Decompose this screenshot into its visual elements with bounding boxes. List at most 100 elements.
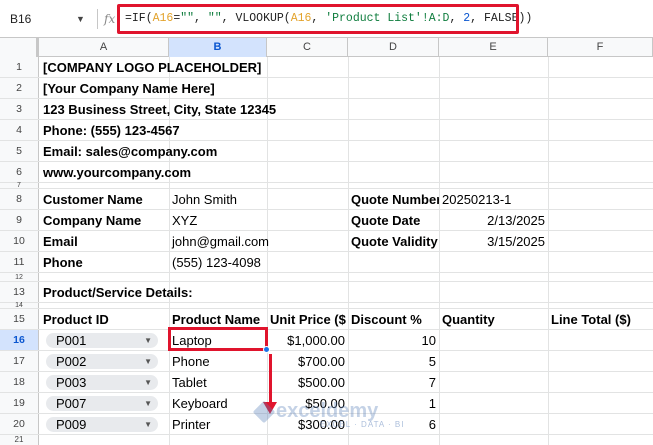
cell-a9[interactable]: Company Name <box>40 210 169 230</box>
cell-d15[interactable]: Discount % <box>348 309 439 329</box>
row-header[interactable]: 7 <box>0 182 39 189</box>
row-header[interactable]: 9 <box>0 210 39 230</box>
formula-highlight-box <box>117 4 519 34</box>
fill-handle[interactable] <box>263 346 270 353</box>
select-all-corner[interactable] <box>0 38 39 57</box>
cell-e8[interactable]: 20250213-1 <box>439 189 548 209</box>
dropdown-caret-icon: ▼ <box>144 357 152 366</box>
row-header[interactable]: 3 <box>0 99 39 119</box>
watermark-tagline: EXCEL · DATA · BI <box>320 420 405 429</box>
sheet-row: 10 Email john@gmail.com Quote Validity 3… <box>0 231 653 252</box>
row-header[interactable]: 21 <box>0 435 39 445</box>
dropdown-caret-icon: ▼ <box>144 378 152 387</box>
cell-c18[interactable]: $500.00 <box>267 372 348 392</box>
sheet-row: 17 P002 ▼ Phone $700.00 5 <box>0 351 653 372</box>
cell-a13[interactable]: Product/Service Details: <box>40 282 340 302</box>
sheet-row: 9 Company Name XYZ Quote Date 2/13/2025 <box>0 210 653 231</box>
cell-a3[interactable]: 123 Business Street, City, State 12345 <box>40 99 360 119</box>
row-header[interactable]: 8 <box>0 189 39 209</box>
row-header[interactable]: 6 <box>0 162 39 182</box>
dropdown-chip[interactable]: P001 ▼ <box>46 333 158 348</box>
dropdown-chip[interactable]: P009 ▼ <box>46 417 158 432</box>
cell-a4[interactable]: Phone: (555) 123-4567 <box>40 120 360 140</box>
cell-d18[interactable]: 7 <box>348 372 439 392</box>
cell-a11[interactable]: Phone <box>40 252 169 272</box>
row-header[interactable]: 5 <box>0 141 39 161</box>
sheet-row: 6 www.yourcompany.com <box>0 162 653 183</box>
sheet-row: 5 Email: sales@company.com <box>0 141 653 162</box>
row-header[interactable]: 2 <box>0 78 39 98</box>
cell-a5[interactable]: Email: sales@company.com <box>40 141 360 161</box>
sheet-row: 3 123 Business Street, City, State 12345 <box>0 99 653 120</box>
dropdown-chip[interactable]: P002 ▼ <box>46 354 158 369</box>
cell-b17[interactable]: Phone <box>169 351 267 371</box>
column-header-b[interactable]: B <box>169 38 267 57</box>
sheet-row: 2 [Your Company Name Here] <box>0 78 653 99</box>
column-header-e[interactable]: E <box>439 38 548 57</box>
chip-label: P007 <box>56 396 87 411</box>
cell-a15[interactable]: Product ID <box>40 309 169 329</box>
row-header[interactable]: 14 <box>0 302 39 309</box>
row-header[interactable]: 1 <box>0 57 39 77</box>
cell-c17[interactable]: $700.00 <box>267 351 348 371</box>
sheet-row: 12 <box>0 273 653 282</box>
row-header[interactable]: 18 <box>0 372 39 392</box>
row-header[interactable]: 10 <box>0 231 39 251</box>
fx-icon: fx <box>104 12 116 26</box>
column-header-d[interactable]: D <box>348 38 439 57</box>
row-header[interactable]: 17 <box>0 351 39 371</box>
cell-e9[interactable]: 2/13/2025 <box>439 210 548 230</box>
row-header[interactable]: 16 <box>0 330 39 350</box>
row-header[interactable]: 13 <box>0 282 39 302</box>
sheet-row: 16 P001 ▼ Laptop $1,000.00 10 <box>0 330 653 351</box>
cell-a2[interactable]: [Your Company Name Here] <box>40 78 360 98</box>
chip-label: P001 <box>56 333 87 348</box>
cell-f15[interactable]: Line Total ($) <box>548 309 653 329</box>
cell-a1[interactable]: [COMPANY LOGO PLACEHOLDER] <box>40 57 360 77</box>
sheet-row: 4 Phone: (555) 123-4567 <box>0 120 653 141</box>
dropdown-chip[interactable]: P003 ▼ <box>46 375 158 390</box>
cell-d17[interactable]: 5 <box>348 351 439 371</box>
column-header-c[interactable]: C <box>267 38 348 57</box>
cell-a8[interactable]: Customer Name <box>40 189 169 209</box>
annotation-highlight-box <box>168 327 268 351</box>
cell-d8[interactable]: Quote Number <box>348 189 439 209</box>
sheet-row: 21 <box>0 435 653 445</box>
column-header-f[interactable]: F <box>548 38 653 57</box>
cell-b19[interactable]: Keyboard <box>169 393 267 413</box>
cell-d9[interactable]: Quote Date <box>348 210 439 230</box>
column-header-a[interactable]: A <box>39 38 169 57</box>
cell-b15[interactable]: Product Name <box>169 309 267 329</box>
annotation-arrow <box>269 354 272 404</box>
cell-a6[interactable]: www.yourcompany.com <box>40 162 360 182</box>
sheet-row: 18 P003 ▼ Tablet $500.00 7 <box>0 372 653 393</box>
cell-b9[interactable]: XYZ <box>169 210 267 230</box>
row-header[interactable]: 11 <box>0 252 39 272</box>
row-header[interactable]: 4 <box>0 120 39 140</box>
cell-c16[interactable]: $1,000.00 <box>267 330 348 350</box>
cell-b10[interactable]: john@gmail.com <box>169 231 279 251</box>
cell-d10[interactable]: Quote Validity <box>348 231 439 251</box>
row-header[interactable]: 19 <box>0 393 39 413</box>
cell-e15[interactable]: Quantity <box>439 309 548 329</box>
cell-d16[interactable]: 10 <box>348 330 439 350</box>
divider <box>97 9 98 29</box>
cell-b20[interactable]: Printer <box>169 414 267 434</box>
dropdown-chip[interactable]: P007 ▼ <box>46 396 158 411</box>
cell-b11[interactable]: (555) 123-4098 <box>169 252 279 272</box>
cell-b18[interactable]: Tablet <box>169 372 267 392</box>
cell-b8[interactable]: John Smith <box>169 189 267 209</box>
sheet-row: 1 [COMPANY LOGO PLACEHOLDER] <box>0 57 653 78</box>
sheet-row: 15 Product ID Product Name Unit Price ($… <box>0 309 653 330</box>
dropdown-caret-icon: ▼ <box>144 399 152 408</box>
cell-a10[interactable]: Email <box>40 231 169 251</box>
cell-c15[interactable]: Unit Price ($ <box>267 309 348 329</box>
row-header[interactable]: 12 <box>0 273 39 281</box>
chip-label: P002 <box>56 354 87 369</box>
cell-e10[interactable]: 3/15/2025 <box>439 231 548 251</box>
row-header[interactable]: 20 <box>0 414 39 434</box>
name-box-dropdown-icon[interactable]: ▼ <box>76 8 90 30</box>
row-header[interactable]: 15 <box>0 309 39 329</box>
column-header-row: A B C D E F <box>0 38 653 57</box>
formula-bar: B16 ▼ fx =IF(A16="", "", VLOOKUP(A16, 'P… <box>0 0 653 38</box>
